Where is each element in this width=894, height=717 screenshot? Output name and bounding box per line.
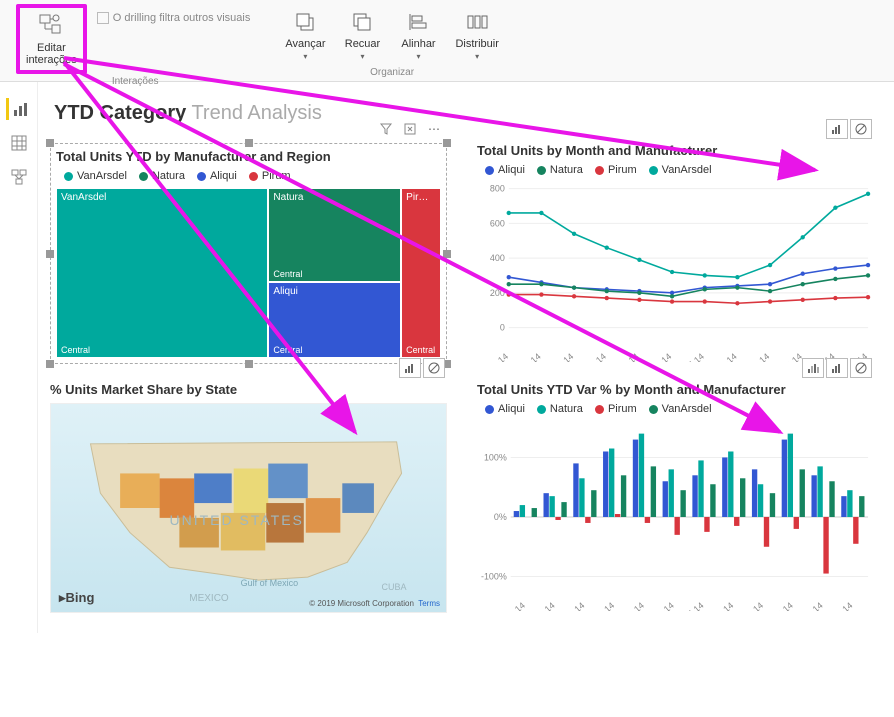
interaction-none-icon[interactable] — [850, 358, 872, 378]
ribbon-group-arrange: Avançar ▾ Recuar ▾ Alinhar ▾ Distribuir … — [271, 4, 513, 77]
bring-forward-label: Avançar — [285, 38, 325, 50]
interaction-filter-icon[interactable] — [399, 358, 421, 378]
interaction-filter-icon[interactable] — [826, 119, 848, 139]
svg-text:Jan-14: Jan-14 — [500, 600, 527, 611]
svg-text:800: 800 — [490, 184, 505, 194]
svg-text:Jun-14: Jun-14 — [646, 351, 673, 362]
visual-treemap[interactable]: ⋯ Total Units YTD by Manufacturer and Re… — [50, 143, 447, 364]
focus-mode-icon[interactable] — [399, 119, 421, 139]
dropdown-caret-icon: ▾ — [475, 52, 479, 61]
bing-logo: ▸Bing — [59, 590, 94, 606]
svg-text:400: 400 — [490, 253, 505, 263]
svg-text:Aug-14: Aug-14 — [707, 600, 735, 611]
distribute-icon — [463, 8, 491, 36]
map-body[interactable]: UNITED STATES Gulf of Mexico MEXICO CUBA… — [50, 403, 447, 613]
distribute-button[interactable]: Distribuir ▾ — [449, 4, 504, 65]
bar-legend: Aliqui Natura Pirum VanArsdel — [485, 403, 874, 415]
more-options-icon[interactable]: ⋯ — [423, 119, 445, 139]
svg-text:Jun-14: Jun-14 — [648, 600, 675, 611]
svg-text:200: 200 — [490, 288, 505, 298]
page-title: YTD Category Trend Analysis — [54, 102, 874, 125]
map-title: % Units Market Share by State — [50, 382, 447, 397]
svg-text:Mar-14: Mar-14 — [558, 600, 586, 611]
bar-chart-body[interactable]: -100% 0% 100% Jan-14Feb-14Mar-14Apr-14May-1… — [477, 421, 874, 611]
bar-chart-title: Total Units YTD Var % by Month and Manuf… — [477, 382, 874, 397]
svg-text:Apr-14: Apr-14 — [589, 600, 616, 611]
line-legend: Aliqui Natura Pirum VanArsdel — [485, 164, 874, 176]
svg-text:May-14: May-14 — [617, 600, 646, 611]
interaction-highlight-icon[interactable] — [802, 358, 824, 378]
ribbon-group-interactions: Editar interações O drilling filtra outr… — [8, 4, 262, 77]
svg-text:Jan-14: Jan-14 — [483, 351, 510, 362]
svg-text:Dec-14: Dec-14 — [826, 600, 854, 611]
bring-forward-icon — [291, 8, 319, 36]
interaction-none-icon[interactable] — [423, 358, 445, 378]
svg-text:Nov-14: Nov-14 — [796, 600, 824, 611]
treemap-body[interactable]: VanArsdelCentral NaturaCentral AliquiCen… — [56, 188, 441, 358]
edit-interactions-label: Editar interações — [26, 42, 77, 66]
drilling-filters-checkbox[interactable]: O drilling filtra outros visuais — [93, 8, 255, 28]
line-chart-body[interactable]: 0 200 400 600 800 Jan-14 Feb-14 Mar-14 Apr-14May… — [477, 182, 874, 362]
interaction-none-icon[interactable] — [850, 119, 872, 139]
svg-text:Apr-14: Apr-14 — [581, 351, 608, 362]
report-canvas[interactable]: YTD Category Trend Analysis ⋯ Total Unit… — [38, 82, 894, 633]
svg-text:Feb-14: Feb-14 — [529, 600, 557, 611]
align-icon — [404, 8, 432, 36]
visual-bar-chart[interactable]: Total Units YTD Var % by Month and Manuf… — [477, 382, 874, 613]
svg-text:Sep-14: Sep-14 — [737, 600, 765, 611]
treemap-title: Total Units YTD by Manufacturer and Regi… — [56, 149, 441, 164]
visual-map[interactable]: % Units Market Share by State — [50, 382, 447, 613]
svg-text:Oct-14: Oct-14 — [768, 600, 795, 611]
dropdown-caret-icon: ▾ — [303, 52, 307, 61]
drilling-filters-label: O drilling filtra outros visuais — [113, 12, 251, 24]
map-gulf-label: Gulf of Mexico — [241, 578, 299, 588]
page-title-rest: Trend Analysis — [186, 102, 322, 124]
svg-text:Jul-14: Jul-14 — [681, 351, 706, 362]
nav-report-view[interactable] — [6, 98, 28, 120]
distribute-label: Distribuir — [455, 38, 498, 50]
svg-text:Jul-14: Jul-14 — [681, 600, 706, 611]
svg-text:May-14: May-14 — [611, 351, 640, 362]
checkbox-icon — [97, 12, 109, 24]
send-backward-label: Recuar — [345, 38, 380, 50]
align-label: Alinhar — [401, 38, 435, 50]
svg-text:600: 600 — [490, 218, 505, 228]
svg-text:-100%: -100% — [481, 572, 507, 582]
map-copyright: © 2019 Microsoft Corporation Terms — [309, 599, 440, 608]
ribbon: Editar interações O drilling filtra outr… — [0, 0, 894, 82]
nav-data-view[interactable] — [8, 132, 30, 154]
nav-model-view[interactable] — [8, 166, 30, 188]
send-backward-icon — [348, 8, 376, 36]
left-nav — [0, 82, 38, 633]
page-title-bold: YTD Category — [54, 102, 186, 124]
map-country-label: UNITED STATES — [170, 512, 304, 528]
edit-interactions-button[interactable]: Editar interações — [16, 4, 87, 74]
svg-text:0: 0 — [500, 323, 505, 333]
treemap-legend: VanArsdel Natura Aliqui Pirum — [64, 170, 441, 182]
svg-text:Oct-14: Oct-14 — [777, 351, 804, 362]
align-button[interactable]: Alinhar ▾ — [393, 4, 443, 65]
svg-text:Feb-14: Feb-14 — [515, 351, 543, 362]
svg-text:0%: 0% — [494, 512, 507, 522]
filter-icon[interactable] — [375, 119, 397, 139]
send-backward-button[interactable]: Recuar ▾ — [337, 4, 387, 65]
map-terms-link[interactable]: Terms — [418, 599, 440, 608]
map-cuba-label: CUBA — [381, 582, 406, 592]
interaction-filter-icon[interactable] — [826, 358, 848, 378]
ribbon-group-arrange-label: Organizar — [370, 67, 414, 78]
line-chart-title: Total Units by Month and Manufacturer — [477, 143, 874, 158]
bring-forward-button[interactable]: Avançar ▾ — [279, 4, 331, 65]
edit-interactions-icon — [37, 12, 65, 40]
svg-text:Mar-14: Mar-14 — [547, 351, 575, 362]
svg-text:Sep-14: Sep-14 — [743, 351, 771, 362]
dropdown-caret-icon: ▾ — [416, 52, 420, 61]
map-mexico-label: MEXICO — [189, 593, 228, 604]
svg-text:Aug-14: Aug-14 — [710, 351, 738, 362]
visual-line-chart[interactable]: Total Units by Month and Manufacturer Al… — [477, 143, 874, 364]
dropdown-caret-icon: ▾ — [360, 52, 364, 61]
svg-text:100%: 100% — [484, 452, 507, 462]
